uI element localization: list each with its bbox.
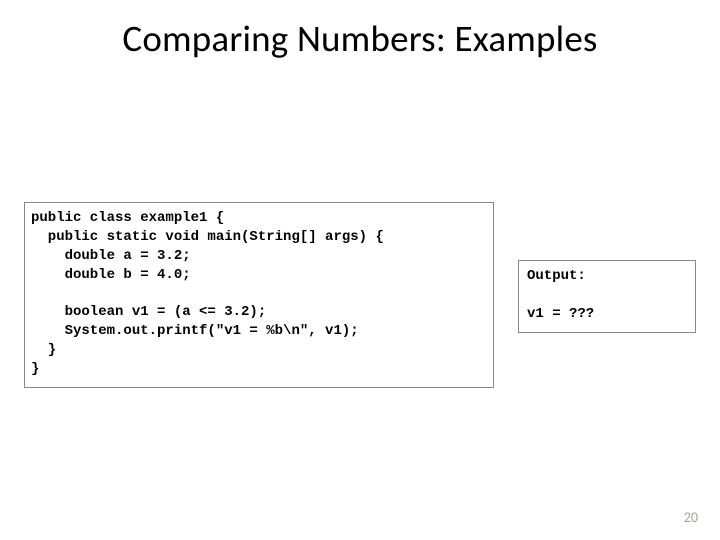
code-block: public class example1 { public static vo… xyxy=(24,202,494,388)
slide-title: Comparing Numbers: Examples xyxy=(0,16,720,61)
slide: Comparing Numbers: Examples public class… xyxy=(0,0,720,540)
page-number: 20 xyxy=(684,509,698,526)
output-block: Output: v1 = ??? xyxy=(518,260,696,333)
